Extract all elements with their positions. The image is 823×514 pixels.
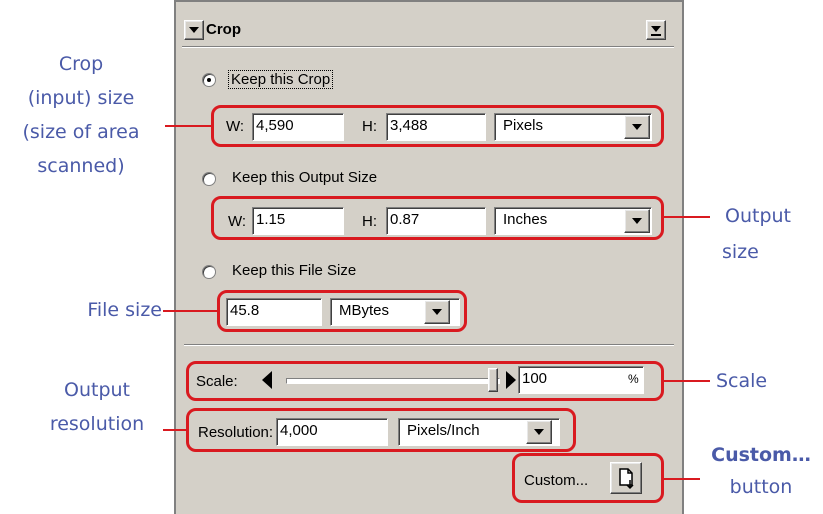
- file-size-annotation: File size: [87, 299, 162, 321]
- scale-annotation: Scale: [716, 370, 768, 392]
- panel-title: Crop: [206, 21, 241, 38]
- keep-output-label: Keep this Output Size: [232, 169, 378, 186]
- custom-button-annotation: Custom… button: [702, 441, 820, 501]
- output-size-leader: [662, 216, 710, 218]
- keep-crop-label: Keep this Crop: [228, 70, 334, 89]
- file-size-leader: [163, 310, 219, 312]
- scale-leader: [662, 380, 710, 382]
- menu-underline: [651, 34, 661, 36]
- keep-output-radio[interactable]: [202, 172, 216, 186]
- custom-button-annotation-line: button: [729, 476, 793, 498]
- chevron-down-icon: [189, 27, 199, 33]
- output-resolution-annotation-line: resolution: [49, 413, 145, 435]
- crop-size-annotation-line: Crop: [58, 53, 104, 75]
- output-size-annotation-line: size: [722, 241, 759, 263]
- crop-size-annotation-line: (size of area: [22, 121, 140, 143]
- resolution-highlight: [186, 408, 576, 452]
- crop-size-annotation: Crop (input) size (size of area scanned): [0, 50, 162, 180]
- file-size-highlight: [217, 290, 467, 332]
- custom-button-leader: [662, 478, 700, 480]
- crop-size-highlight: [211, 105, 664, 147]
- output-size-annotation: Output size: [708, 202, 808, 266]
- resolution-leader: [163, 429, 188, 431]
- menu-down-icon: [651, 26, 661, 32]
- output-size-highlight: [211, 196, 664, 240]
- keep-crop-radio[interactable]: [202, 73, 216, 87]
- section-divider: [184, 344, 674, 346]
- crop-size-annotation-line: scanned): [37, 155, 125, 177]
- custom-button-highlight: [512, 453, 664, 503]
- title-divider: [182, 46, 674, 48]
- panel-menu-button[interactable]: [646, 20, 666, 40]
- keep-file-label: Keep this File Size: [232, 262, 357, 279]
- custom-button-annotation-line: Custom…: [711, 444, 811, 466]
- crop-size-annotation-line: (input) size: [27, 87, 135, 109]
- scale-highlight: [186, 361, 664, 401]
- output-size-annotation-line: Output: [725, 205, 791, 227]
- crop-size-leader: [165, 125, 213, 127]
- keep-file-radio[interactable]: [202, 265, 216, 279]
- panel-collapse-button[interactable]: [184, 20, 204, 40]
- output-resolution-annotation-line: Output: [64, 379, 130, 401]
- output-resolution-annotation: Output resolution: [30, 376, 164, 438]
